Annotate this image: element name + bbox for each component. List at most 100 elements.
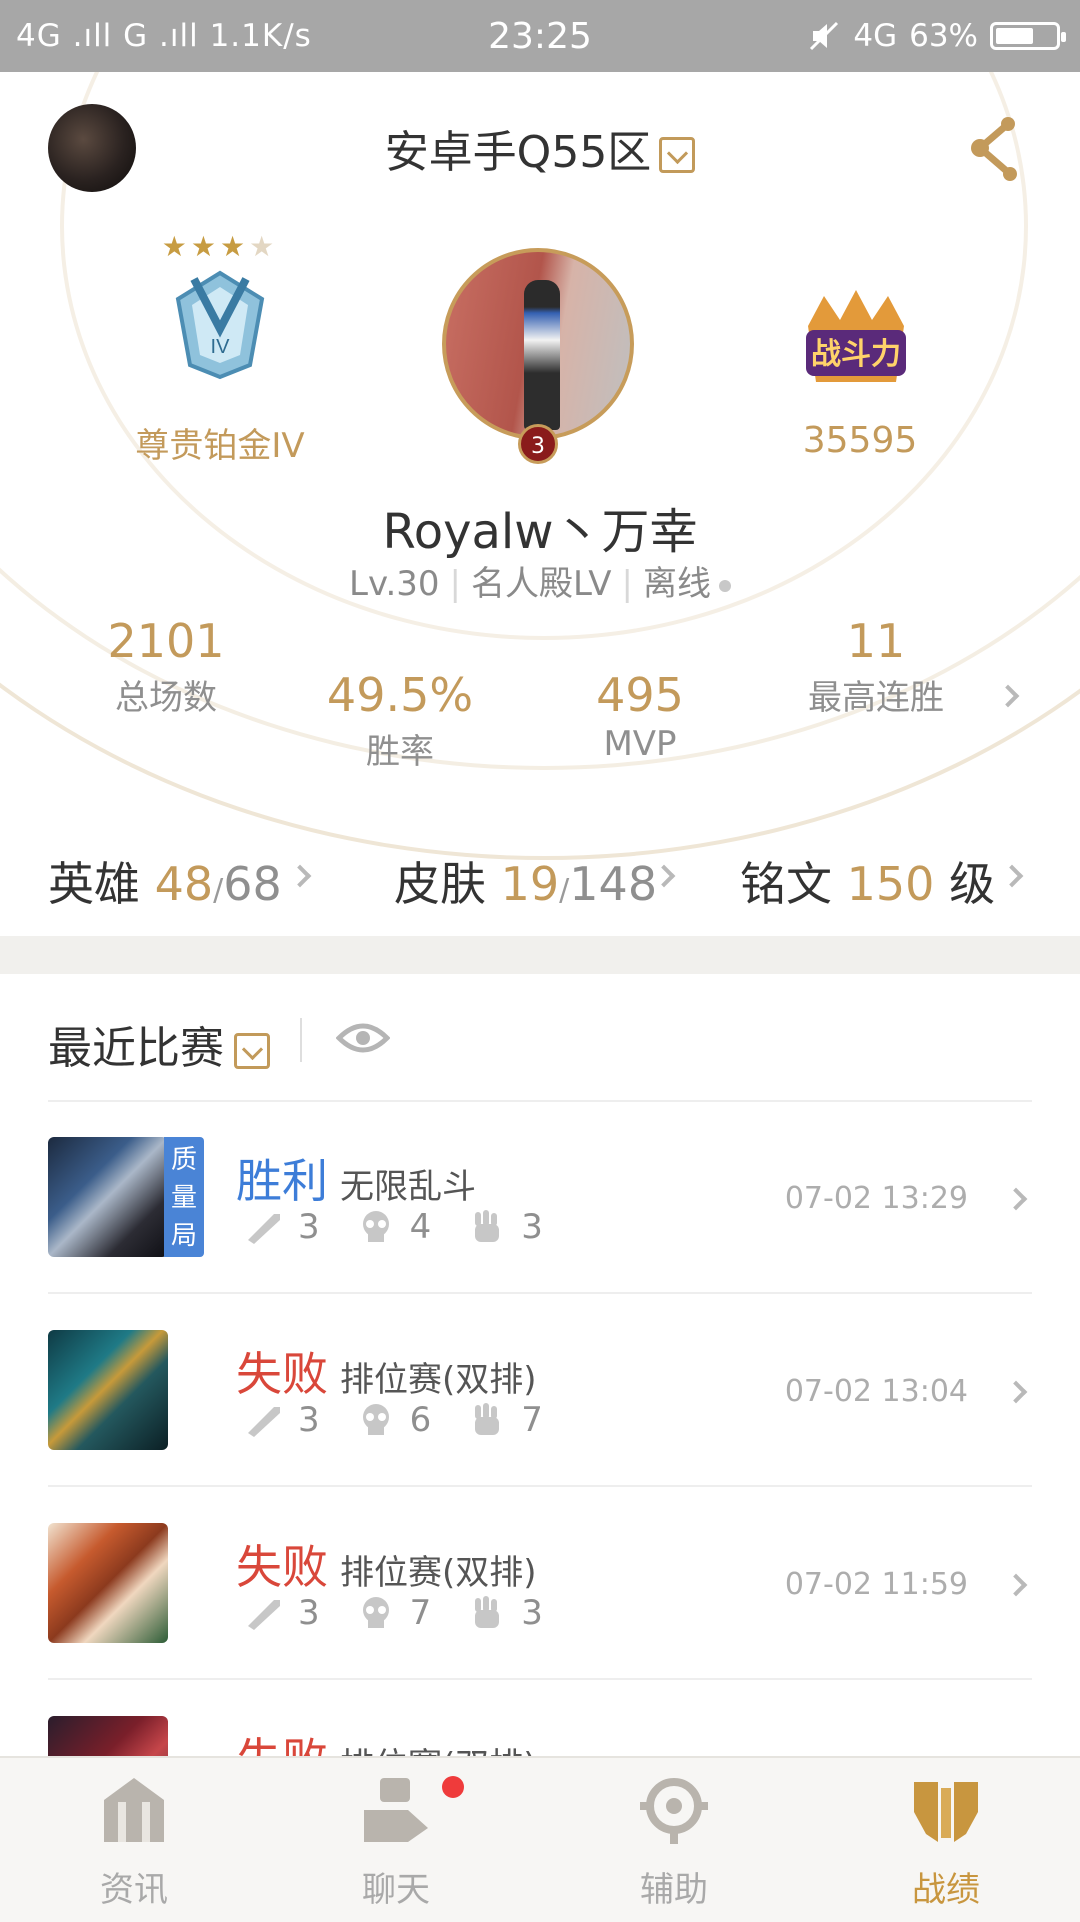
tab-label: 辅助 — [640, 1870, 708, 1910]
mute-icon — [810, 21, 839, 51]
chevron-right-icon — [1004, 1380, 1028, 1404]
skull-icon — [356, 1403, 396, 1437]
heroes-label: 英雄 — [48, 857, 140, 911]
rank-star-empty: ★ — [249, 230, 279, 263]
server-selector[interactable]: 安卓手Q55区 — [0, 116, 1080, 180]
match-mode: 排位赛(双排) — [340, 1360, 537, 1400]
platinum-rank-icon: IV — [175, 270, 265, 380]
match-row[interactable]: 失败 排位赛(双排) 3 7 3 07-02 11:59 — [48, 1523, 1032, 1643]
assist-hand-icon — [467, 1210, 507, 1244]
skins-count[interactable]: 皮肤 19/148 — [394, 848, 657, 914]
assist-hand-icon — [467, 1403, 507, 1437]
kills: 3 — [298, 1207, 320, 1247]
stat-label: MVP — [603, 724, 677, 764]
bottom-tab-bar: 资讯 聊天 辅助 战绩 — [0, 1756, 1080, 1922]
runes-unit: 级 — [949, 857, 996, 911]
divider — [48, 1100, 1032, 1102]
kills: 3 — [298, 1400, 320, 1440]
dropdown-icon — [659, 137, 696, 173]
recent-matches-filter[interactable]: 最近比赛 — [48, 1012, 270, 1076]
hero-avatar — [48, 1523, 168, 1643]
username: Royalw丶万幸 — [382, 504, 698, 560]
runes-level[interactable]: 铭文 150 级 — [740, 848, 995, 914]
assists: 3 — [521, 1207, 543, 1247]
notification-dot — [442, 1776, 464, 1798]
assist-hand-icon — [467, 1596, 507, 1630]
skull-icon — [356, 1210, 396, 1244]
profile-avatar[interactable] — [442, 248, 634, 440]
level-badge: 3 — [518, 424, 558, 464]
rank-label: 尊贵铂金IV — [135, 426, 305, 466]
kills: 3 — [298, 1593, 320, 1633]
svg-text:IV: IV — [211, 336, 231, 358]
tab-record[interactable]: 战绩 — [856, 1772, 1036, 1911]
player-level: Lv.30 — [349, 564, 440, 604]
heroes-count[interactable]: 英雄 48/68 — [48, 848, 282, 914]
recent-matches-title: 最近比赛 — [48, 1023, 224, 1074]
network-type: 4G — [853, 18, 898, 54]
avatar-photo — [524, 280, 560, 430]
match-result: 胜利 — [236, 1154, 328, 1208]
stat-value: 2101 — [107, 614, 225, 668]
rank-block[interactable]: ★★★★ IV — [120, 230, 320, 385]
assists: 3 — [521, 1593, 543, 1633]
match-time: 07-02 11:59 — [784, 1567, 968, 1602]
divider — [48, 1485, 1032, 1487]
deaths: 4 — [409, 1207, 432, 1247]
record-icon — [914, 1782, 978, 1842]
kda: 3 7 3 — [244, 1593, 579, 1633]
server-name: 安卓手Q55区 — [384, 127, 652, 178]
skins-owned: 19 — [500, 857, 560, 911]
skins-label: 皮肤 — [394, 857, 486, 911]
eye-icon[interactable] — [336, 1018, 390, 1058]
stat-label: 最高连胜 — [808, 678, 944, 718]
stat-value: 495 — [596, 668, 684, 722]
hero-avatar — [48, 1137, 168, 1257]
kda: 3 4 3 — [244, 1207, 579, 1247]
combat-power-icon[interactable]: 战斗力 — [796, 286, 916, 396]
match-time: 07-02 13:04 — [784, 1374, 968, 1409]
separator: | — [621, 564, 633, 604]
status-dot — [718, 579, 731, 592]
stat-label: 总场数 — [115, 678, 217, 718]
separator: | — [449, 564, 462, 604]
deaths: 6 — [409, 1400, 432, 1440]
assist-icon — [640, 1778, 708, 1844]
heroes-total: 68 — [223, 857, 282, 911]
stat-mvp: 495 MVP — [560, 668, 720, 764]
hall-level[interactable]: 名人殿LV — [471, 564, 611, 604]
skins-sep: / — [559, 873, 570, 908]
battery-percent: 63% — [909, 18, 978, 54]
news-icon — [104, 1778, 164, 1842]
status-right: 4G 63% — [807, 18, 1066, 54]
chat-icon — [364, 1778, 428, 1842]
tab-news[interactable]: 资讯 — [44, 1772, 224, 1911]
combat-power-value: 35595 — [802, 420, 918, 461]
sword-icon — [244, 1596, 284, 1630]
tab-label: 资讯 — [100, 1870, 168, 1910]
tab-assist[interactable]: 辅助 — [584, 1772, 764, 1911]
hero-avatar — [48, 1330, 168, 1450]
divider — [48, 1292, 1032, 1294]
match-row[interactable]: 失败 排位赛(双排) 3 6 7 07-02 13:04 — [48, 1330, 1032, 1450]
tab-label: 战绩 — [912, 1870, 980, 1910]
rank-stars: ★★★★ — [120, 230, 320, 263]
heroes-owned: 48 — [154, 857, 214, 911]
status-bar: 4G .ıll G .ıll 1.1K/s 23:25 4G 63% — [0, 0, 1080, 72]
match-time: 07-02 13:29 — [784, 1181, 968, 1216]
match-row[interactable]: 质量局 胜利 无限乱斗 3 4 3 07-02 13:29 — [48, 1137, 1032, 1257]
divider — [48, 1678, 1032, 1680]
chevron-right-icon — [1004, 1187, 1028, 1211]
stat-win-rate: 49.5% 胜率 — [310, 668, 490, 773]
runes-value: 150 — [846, 857, 935, 911]
skull-icon — [356, 1596, 396, 1630]
kda: 3 6 7 — [244, 1400, 579, 1440]
runes-label: 铭文 — [740, 857, 832, 911]
stat-value: 11 — [846, 614, 906, 668]
rank-stars-filled: ★★★ — [161, 230, 250, 263]
stat-max-streak[interactable]: 11 最高连胜 — [796, 614, 956, 719]
share-icon[interactable] — [968, 114, 1028, 184]
online-status: 离线 — [642, 564, 711, 604]
profile-subline: Lv.30 | 名人殿LV | 离线 — [0, 556, 1080, 605]
svg-text:战斗力: 战斗力 — [811, 337, 901, 372]
